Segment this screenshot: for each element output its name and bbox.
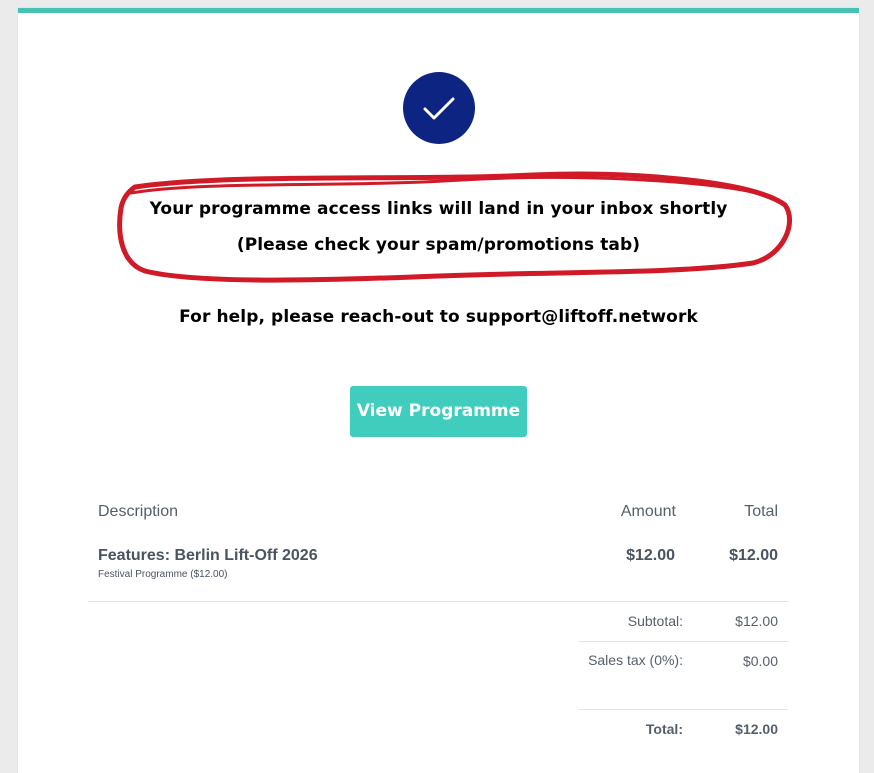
spam-check-message: (Please check your spam/promotions tab) bbox=[236, 235, 641, 255]
access-links-message: Your programme access links will land in… bbox=[149, 199, 728, 219]
summary-divider bbox=[579, 641, 788, 642]
view-programme-button[interactable]: View Programme bbox=[350, 386, 527, 437]
summary-divider bbox=[579, 709, 788, 710]
success-checkmark-icon bbox=[403, 72, 475, 144]
items-divider bbox=[88, 601, 788, 602]
sales-tax-label: Sales tax (0%): bbox=[588, 652, 683, 668]
support-help-message: For help, please reach-out to support@li… bbox=[179, 307, 698, 327]
line-item-amount: $12.00 bbox=[626, 547, 675, 564]
subtotal-value: $12.00 bbox=[735, 613, 778, 629]
column-header-total: Total bbox=[744, 503, 778, 520]
total-value: $12.00 bbox=[735, 721, 778, 737]
column-header-description: Description bbox=[98, 503, 179, 520]
red-hand-drawn-circle-annotation bbox=[117, 171, 792, 283]
line-item-subtitle: Festival Programme ($12.00) bbox=[98, 569, 228, 580]
sales-tax-value: $0.00 bbox=[742, 653, 778, 669]
order-confirmation-card: Your programme access links will land in… bbox=[18, 8, 859, 773]
line-item-name: Features: Berlin Lift-Off 2026 bbox=[98, 547, 318, 564]
subtotal-label: Subtotal: bbox=[627, 613, 683, 629]
column-header-amount: Amount bbox=[620, 503, 676, 520]
line-item-total: $12.00 bbox=[729, 547, 778, 564]
total-label: Total: bbox=[645, 721, 683, 737]
